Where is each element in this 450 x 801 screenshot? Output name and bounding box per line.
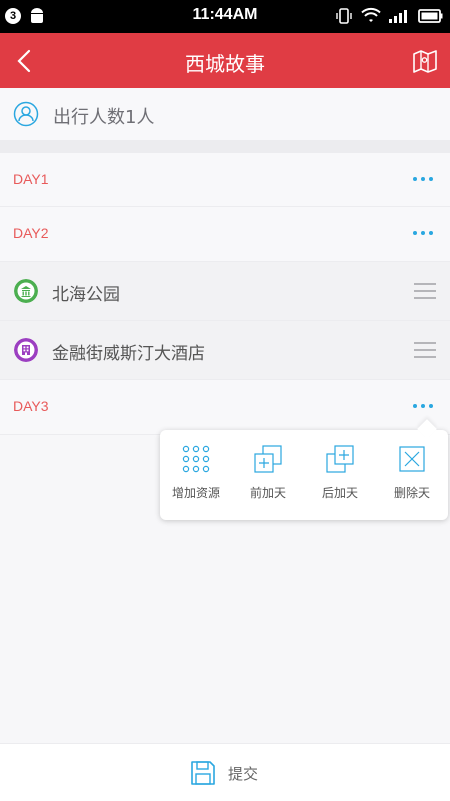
more-options-icon[interactable] xyxy=(412,221,436,245)
day-label: DAY2 xyxy=(13,225,49,241)
section-divider xyxy=(0,141,450,153)
save-icon xyxy=(191,761,215,785)
header-bar: 西城故事 xyxy=(0,33,450,88)
drag-handle-icon[interactable] xyxy=(414,283,436,299)
wifi-icon xyxy=(361,7,381,22)
delete-icon xyxy=(399,446,425,472)
poi-row-hotel[interactable]: 金融街威斯汀大酒店 xyxy=(0,321,450,380)
day-label: DAY1 xyxy=(13,171,49,187)
add-day-before-button[interactable]: 前加天 xyxy=(232,444,304,501)
park-icon xyxy=(14,279,38,303)
signal-icon xyxy=(389,10,407,23)
menu-item-label: 前加天 xyxy=(249,486,286,500)
grid-icon xyxy=(182,445,210,473)
poi-name: 北海公园 xyxy=(52,285,120,305)
submit-label: 提交 xyxy=(228,765,259,783)
battery-icon xyxy=(418,9,443,23)
bottom-bar: 提交 xyxy=(0,743,450,801)
add-after-icon xyxy=(326,445,354,473)
map-icon[interactable] xyxy=(410,45,442,77)
menu-item-label: 增加资源 xyxy=(171,486,220,500)
drag-handle-icon[interactable] xyxy=(414,342,436,358)
poi-name: 金融街威斯汀大酒店 xyxy=(52,344,205,364)
more-options-icon[interactable] xyxy=(412,394,436,418)
status-time: 11:44AM xyxy=(192,6,258,23)
day-options-popup: 增加资源 前加天 后加天 删除天 xyxy=(160,419,448,520)
day-row-3[interactable]: DAY3 xyxy=(0,380,450,435)
day-row-2[interactable]: DAY2 xyxy=(0,207,450,262)
hotel-icon xyxy=(14,338,38,362)
add-day-after-button[interactable]: 后加天 xyxy=(304,444,376,501)
menu-item-label: 后加天 xyxy=(321,486,358,500)
page-title: 西城故事 xyxy=(185,52,265,76)
status-bar: 3 11:44AM xyxy=(0,0,450,33)
day-label: DAY3 xyxy=(13,398,49,414)
vibrate-icon xyxy=(336,8,352,24)
add-before-icon xyxy=(254,445,282,473)
travelers-count-label: 出行人数1人 xyxy=(53,107,155,128)
travelers-row[interactable]: 出行人数1人 xyxy=(0,88,450,141)
submit-button[interactable]: 提交 xyxy=(180,744,280,801)
day-row-1[interactable]: DAY1 xyxy=(0,153,450,207)
person-icon xyxy=(13,101,39,127)
menu-item-label: 删除天 xyxy=(393,486,430,500)
more-options-icon[interactable] xyxy=(412,167,436,191)
delete-day-button[interactable]: 删除天 xyxy=(376,444,448,501)
poi-row-park[interactable]: 北海公园 xyxy=(0,262,450,321)
add-resource-button[interactable]: 增加资源 xyxy=(160,444,232,501)
